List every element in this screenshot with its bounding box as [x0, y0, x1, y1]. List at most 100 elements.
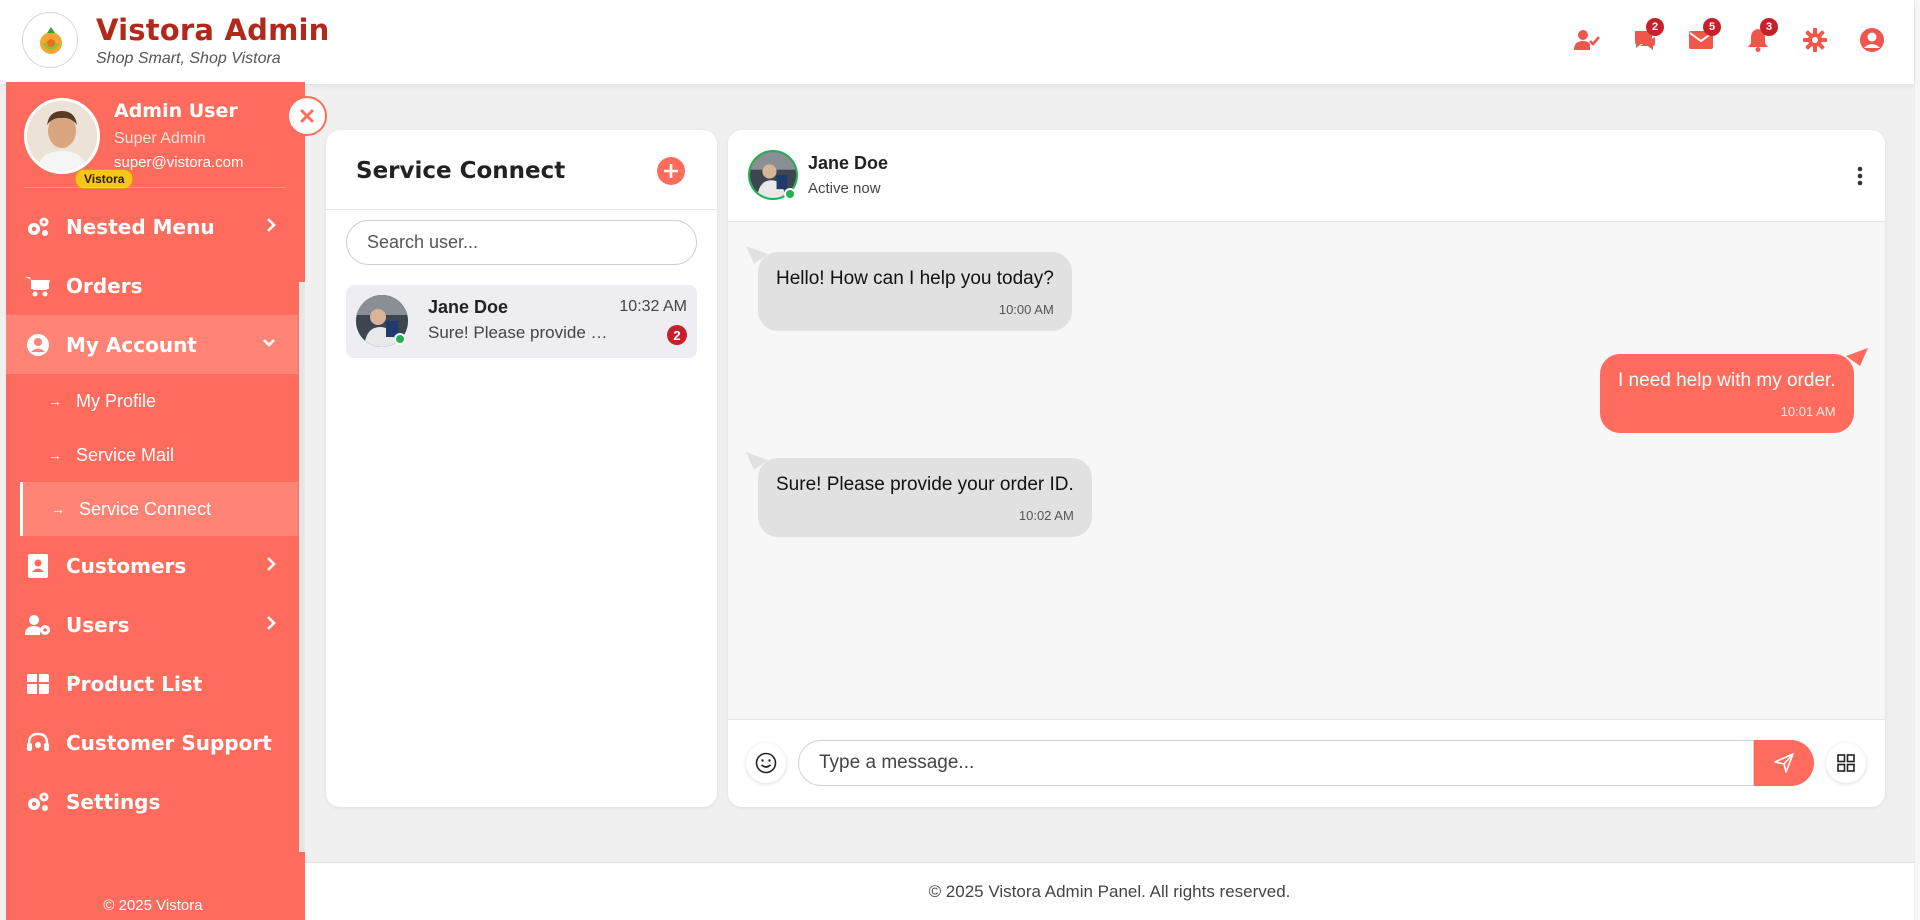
- arrow-right-icon: →: [48, 393, 62, 409]
- mail-badge: 5: [1703, 18, 1721, 36]
- unread-badge: 2: [667, 325, 687, 345]
- close-sidebar-button[interactable]: [287, 96, 327, 136]
- user-circle-icon[interactable]: [1858, 24, 1886, 56]
- sidebar-subitem-service-mail[interactable]: → Service Mail: [6, 428, 300, 482]
- gears-icon: [24, 213, 52, 241]
- sidebar-item-label: Customer Support: [66, 730, 272, 755]
- sidebar-item-orders[interactable]: Orders: [6, 256, 300, 315]
- kebab-menu-icon: [1857, 166, 1863, 186]
- sidebar-subitem-service-connect[interactable]: → Service Connect: [20, 482, 298, 536]
- vistora-logo: [22, 12, 78, 68]
- chevron-right-icon: [266, 556, 276, 572]
- chevron-right-icon: [266, 217, 276, 233]
- sidebar-subitem-label: Service Connect: [79, 498, 212, 519]
- sidebar-item-label: Customers: [66, 553, 187, 578]
- message-time: 10:02 AM: [1018, 508, 1074, 523]
- sidebar-item-label: Orders: [66, 273, 143, 298]
- emoji-button[interactable]: [746, 743, 786, 783]
- top-header: Vistora Admin Shop Smart, Shop Vistora 2…: [0, 0, 1914, 84]
- send-button[interactable]: [1754, 740, 1814, 786]
- sidebar-item-settings[interactable]: Settings: [6, 772, 300, 831]
- page-scrollbar[interactable]: [1914, 0, 1920, 920]
- brand-title: Vistora Admin: [96, 12, 330, 47]
- send-icon: [1774, 753, 1794, 773]
- message-text: Sure! Please provide your order ID.: [776, 474, 1074, 495]
- smiley-icon: [755, 752, 777, 774]
- sidebar-item-label: Users: [66, 612, 130, 637]
- online-indicator: [784, 188, 796, 200]
- close-icon: [299, 108, 315, 124]
- avatar: [24, 98, 100, 174]
- avatar-tag: Vistora: [75, 169, 134, 189]
- apps-button[interactable]: [1826, 743, 1866, 783]
- users-gear-icon: [24, 611, 52, 639]
- sidebar-subitem-label: My Profile: [76, 390, 157, 411]
- sidebar-item-label: Product List: [66, 671, 203, 696]
- chat-header: Jane Doe Active now: [728, 130, 1885, 222]
- chevron-down-icon: [262, 338, 276, 348]
- footer-text: © 2025 Vistora Admin Panel. All rights r…: [928, 881, 1291, 901]
- brand-tagline: Shop Smart, Shop Vistora: [96, 49, 281, 67]
- chat-composer: [728, 719, 1885, 807]
- gear-icon[interactable]: [1801, 24, 1829, 56]
- sidebar-subitem-my-profile[interactable]: → My Profile: [6, 374, 300, 428]
- user-email: super@vistora.com: [114, 154, 244, 171]
- message-text: I need help with my order.: [1618, 370, 1836, 391]
- bell-badge: 3: [1760, 18, 1778, 36]
- message-time: 10:01 AM: [1780, 404, 1836, 419]
- message-bubble-incoming: Hello! How can I help you today? 10:00 A…: [758, 252, 1072, 331]
- arrow-right-icon: →: [48, 447, 62, 463]
- contact-book-icon: [24, 552, 52, 580]
- sidebar-menu: Nested Menu Orders My Account → My Profi…: [6, 197, 300, 831]
- grid-icon: [1837, 754, 1855, 772]
- more-options-button[interactable]: [1857, 166, 1863, 186]
- mail-icon[interactable]: 5: [1687, 18, 1721, 56]
- gears-icon: [24, 788, 52, 816]
- sidebar-item-users[interactable]: Users: [6, 595, 300, 654]
- message-bubble-incoming: Sure! Please provide your order ID. 10:0…: [758, 458, 1092, 537]
- conversation-time: 10:32 AM: [619, 298, 687, 315]
- bell-icon[interactable]: 3: [1744, 18, 1778, 56]
- message-text: Hello! How can I help you today?: [776, 268, 1054, 289]
- sidebar-item-label: Settings: [66, 789, 161, 814]
- sidebar-item-product-list[interactable]: Product List: [6, 654, 300, 713]
- chat-contact-name: Jane Doe: [808, 153, 889, 173]
- box-icon: [24, 670, 52, 698]
- panel-title: Service Connect: [356, 158, 566, 184]
- sidebar-scrollbar[interactable]: [299, 282, 305, 852]
- arrow-right-icon: →: [51, 501, 65, 517]
- sidebar: Vistora Admin User Super Admin super@vis…: [6, 82, 305, 920]
- sidebar-divider: [24, 187, 286, 188]
- message-time: 10:00 AM: [998, 302, 1054, 317]
- conversations-panel: Service Connect Jane Doe 10:32 AM Sure! …: [326, 130, 717, 807]
- user-role: Super Admin: [114, 130, 206, 147]
- cart-icon: [24, 272, 52, 300]
- plus-icon: [664, 164, 678, 178]
- sidebar-item-label: My Account: [66, 332, 197, 357]
- search-user-input[interactable]: [346, 220, 697, 265]
- sidebar-item-customer-support[interactable]: Customer Support: [6, 713, 300, 772]
- user-name: Admin User: [114, 100, 238, 122]
- sidebar-subitem-label: Service Mail: [76, 444, 175, 465]
- sidebar-item-nested-menu[interactable]: Nested Menu: [6, 197, 300, 256]
- conversation-name: Jane Doe: [428, 297, 509, 317]
- conversation-item[interactable]: Jane Doe 10:32 AM Sure! Please provide y…: [346, 285, 697, 358]
- chat-icon[interactable]: 2: [1630, 18, 1664, 56]
- sidebar-item-my-account[interactable]: My Account: [6, 315, 298, 374]
- message-input[interactable]: [798, 740, 1754, 786]
- chat-contact-status: Active now: [808, 180, 881, 197]
- sidebar-footer: © 2025 Vistora: [103, 897, 203, 914]
- sidebar-item-label: Nested Menu: [66, 214, 215, 239]
- sidebar-profile[interactable]: Vistora Admin User Super Admin super@vis…: [24, 98, 244, 189]
- user-check-icon[interactable]: [1573, 24, 1601, 56]
- page-footer: © 2025 Vistora Admin Panel. All rights r…: [305, 862, 1914, 920]
- new-chat-button[interactable]: [657, 157, 685, 185]
- user-circle-icon: [24, 331, 52, 359]
- chevron-right-icon: [266, 615, 276, 631]
- chat-panel: Jane Doe Active now Hello! How can I hel…: [728, 130, 1885, 807]
- sidebar-item-customers[interactable]: Customers: [6, 536, 300, 595]
- brand[interactable]: Vistora Admin Shop Smart, Shop Vistora: [22, 12, 330, 68]
- online-indicator: [394, 333, 406, 345]
- conversation-preview: Sure! Please provide your order ID.: [428, 323, 608, 342]
- conversations-header: Service Connect: [326, 130, 717, 210]
